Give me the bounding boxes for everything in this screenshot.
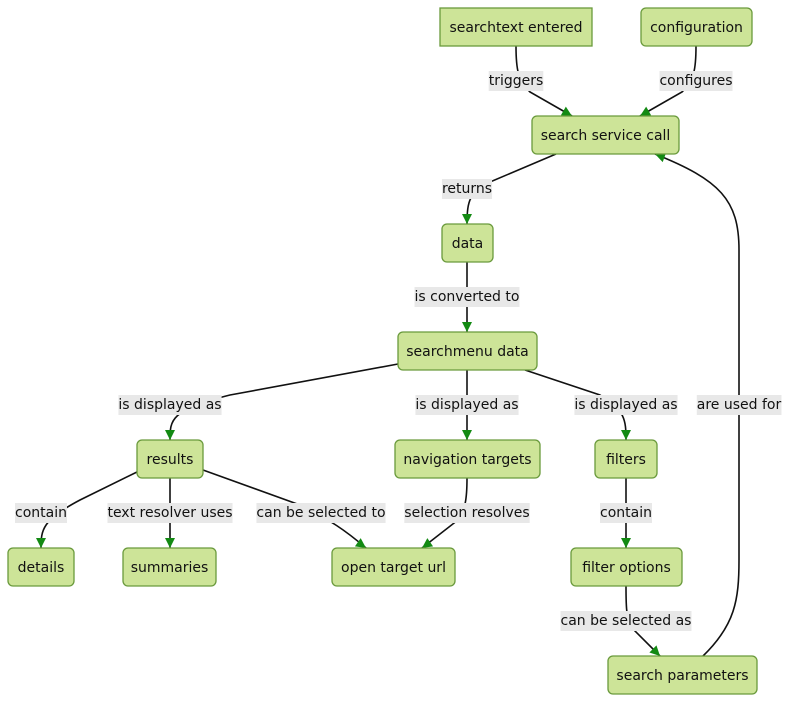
node-filters: filters [594,439,658,479]
edge-label-text: triggers [489,73,544,89]
node-label: filters [606,452,646,468]
node-details: details [7,547,75,587]
edge-label-text: selection resolves [404,505,529,521]
edge-label: configures [659,71,733,91]
edge-label-text: contain [600,505,652,521]
node-results: results [136,439,204,479]
node-opentarget: open target url [331,547,456,587]
edge-label-text: is displayed as [415,397,518,413]
edge-label-text: contain [15,505,67,521]
edge-label: returns [441,179,493,199]
node-label: filter options [582,560,671,576]
node-label: search service call [541,128,671,144]
node-label: searchtext entered [449,20,582,36]
node-data: data [441,223,494,263]
node-label: searchmenu data [406,344,529,360]
node-label: details [18,560,65,576]
edge-label: are used for [696,395,782,415]
node-label: results [147,452,194,468]
edge-label: contain [15,503,67,523]
edge-label: can be selected to [256,503,386,523]
edge-label: is converted to [414,287,520,307]
edge-label-text: configures [659,73,732,89]
edge-label-text: is displayed as [574,397,677,413]
arrowhead-icon [462,214,472,224]
node-label: configuration [650,20,743,36]
edge-label-text: text resolver uses [107,505,232,521]
node-label: navigation targets [403,452,531,468]
node-searchparams: search parameters [607,655,758,695]
node-filteroptions: filter options [570,547,683,587]
edge-label: triggers [488,71,544,91]
flowchart: triggers configures returns is converted to… [7,7,782,695]
arrowhead-icon [165,538,175,548]
arrowhead-icon [462,430,472,440]
edge-label: can be selected as [560,611,692,631]
edge-label: contain [600,503,652,523]
edge-label: selection resolves [404,503,530,523]
edge-label-text: can be selected as [561,613,692,629]
node-searchtext: searchtext entered [439,7,593,47]
arrowhead-icon [621,538,631,548]
node-summaries: summaries [122,547,217,587]
node-menudata: searchmenu data [397,331,538,371]
edge-label: is displayed as [415,395,519,415]
arrowhead-icon [462,322,472,332]
edge-label-text: can be selected to [256,505,385,521]
edge-label: text resolver uses [107,503,233,523]
node-navtargets: navigation targets [394,439,541,479]
node-label: open target url [341,560,446,576]
edge-label-text: is displayed as [118,397,221,413]
node-label: data [452,236,484,252]
node-service: search service call [531,115,680,155]
edge-label-text: are used for [697,397,782,413]
arrowhead-icon [165,430,175,440]
edge-label: is displayed as [118,395,222,415]
node-configuration: configuration [640,7,753,47]
node-label: search parameters [616,668,748,684]
arrowhead-icon [621,430,631,440]
arrowhead-icon [36,538,46,548]
edge-label: is displayed as [574,395,678,415]
node-label: summaries [131,560,209,576]
edge-label-text: returns [442,181,492,197]
edge-label-text: is converted to [415,289,520,305]
